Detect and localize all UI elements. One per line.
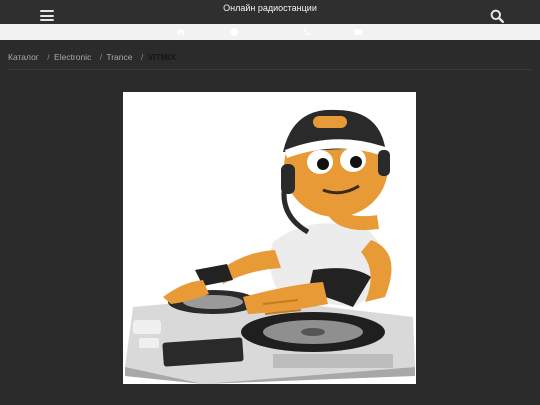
home-icon[interactable] [176,27,186,37]
breadcrumb-separator: / [99,52,103,62]
page-title: Онлайн радиостанции [223,3,317,13]
mail-icon[interactable] [353,27,363,37]
breadcrumb: Каталог / Electronic / Trance / VITMIX [8,52,176,62]
phone-icon[interactable] [302,27,312,37]
dj-character-illustration [125,109,415,384]
breadcrumb-separator: / [140,52,144,62]
icon-bar [0,24,540,40]
breadcrumb-item-trance[interactable]: Trance [106,52,132,62]
breadcrumb-current: VITMIX [147,52,176,62]
search-icon[interactable] [490,9,504,23]
breadcrumb-item-catalog[interactable]: Каталог [8,52,39,62]
breadcrumb-separator: / [47,52,50,62]
top-bar: Онлайн радиостанции [0,0,540,24]
info-icon[interactable] [229,27,239,37]
breadcrumb-item-electronic[interactable]: Electronic [54,52,91,62]
station-cover-image [123,92,416,384]
divider [8,69,532,70]
